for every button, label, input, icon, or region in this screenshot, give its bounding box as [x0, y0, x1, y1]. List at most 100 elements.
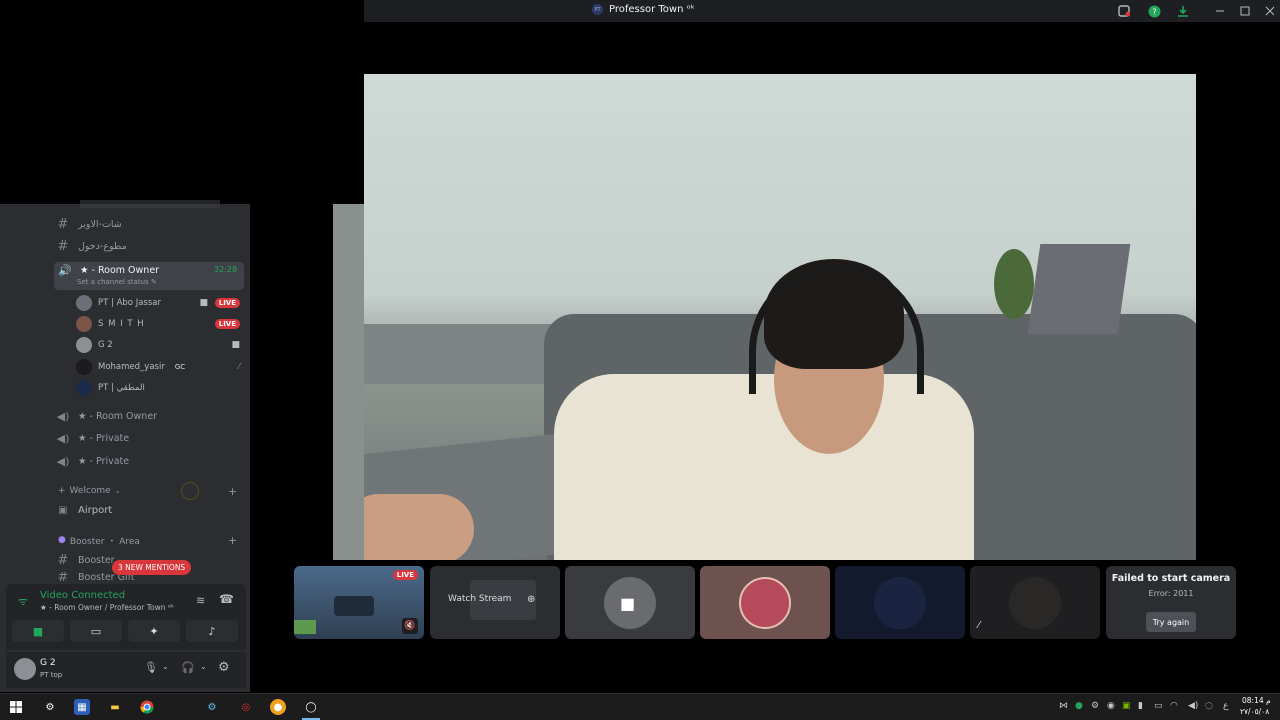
main-video-stream[interactable] [364, 74, 1196, 560]
text-channel-label: مطوع-دخول [78, 240, 127, 252]
mic-muted-icon: ⁄ [238, 362, 240, 372]
clock-time[interactable]: 08:14 م [1242, 696, 1271, 705]
headphones-icon[interactable]: 🎧 [181, 661, 195, 674]
volume-icon[interactable]: ◀) [1188, 701, 1198, 711]
category-welcome[interactable]: + Welcome ⌄ + [58, 483, 244, 499]
avatar [874, 577, 926, 629]
stream-car [334, 596, 374, 616]
file-explorer-icon[interactable]: ▬ [107, 699, 123, 715]
network-icon[interactable]: ▭ [1154, 701, 1163, 711]
active-voice-channel[interactable]: 🔊 ★ - Room Owner 32:28 Set a channel sta… [54, 262, 244, 290]
add-channel-icon[interactable]: + [228, 485, 237, 498]
disconnect-icon[interactable]: ☎ [219, 592, 234, 606]
voice-channel[interactable]: ◀) ★ - Private [54, 451, 244, 471]
airport-channel[interactable]: ▣ Airport [54, 500, 244, 520]
voice-timer: 32:28 [214, 265, 238, 274]
volume-muted-icon[interactable]: 🔇 [402, 618, 418, 634]
window-title: Professor Town ᵒᵏ [609, 4, 695, 15]
voice-user-row[interactable]: Mohamed_yasir GC ⁄ [76, 357, 244, 377]
app-icon[interactable]: ◯ [303, 699, 319, 715]
camera-icon: ■ [231, 340, 240, 350]
watch-stream-button[interactable]: Watch Stream [448, 594, 511, 604]
microphone-icon[interactable]: ▮ [1138, 701, 1143, 711]
active-voice-label: ★ - Room Owner [80, 265, 160, 276]
close-icon[interactable] [1262, 3, 1278, 19]
hash-icon: # [57, 552, 69, 568]
text-channel-2[interactable]: # مطوع-دخول [54, 236, 244, 256]
microphone-icon[interactable]: 🎙 [144, 661, 158, 674]
tray-icon[interactable]: ● [1075, 701, 1083, 711]
app-icon[interactable]: ● [270, 699, 286, 715]
voice-channel[interactable]: ◀) ★ - Room Owner [54, 406, 244, 426]
add-channel-icon[interactable]: + [228, 534, 237, 547]
main-video-edge [333, 204, 364, 560]
connection-signal-icon: ᯤ [18, 595, 29, 608]
voice-channel-label: ★ - Room Owner [78, 410, 158, 422]
voice-channel[interactable]: ◀) ★ - Private [54, 428, 244, 448]
voice-channel-label: ★ - Private [78, 455, 130, 467]
svg-text:?: ? [1152, 7, 1156, 16]
tray-icon[interactable]: ⚙ [1091, 701, 1099, 711]
camera-button[interactable]: ■ [12, 620, 64, 642]
avatar [739, 577, 791, 629]
camera-icon: ■ [199, 298, 208, 308]
noise-suppression-icon[interactable]: ≋ [196, 594, 205, 607]
try-again-button[interactable]: Try again [1146, 612, 1196, 632]
text-channel-label: شات-الاوبر [78, 218, 122, 230]
voice-user-name: S M I T H [98, 319, 145, 329]
clock-date[interactable]: ٢٧/٠٥/٠٨ [1240, 707, 1269, 716]
popout-icon[interactable]: ⊕ [527, 594, 535, 605]
app-icon[interactable]: ◎ [238, 699, 254, 715]
stream-minimap [294, 620, 316, 634]
settings-gear-icon[interactable]: ⚙ [42, 699, 58, 715]
steam-icon[interactable]: ⚙ [204, 699, 220, 715]
avatar [76, 316, 92, 332]
avatar [76, 337, 92, 353]
new-mentions-badge[interactable]: 3 NEW MENTIONS [112, 560, 192, 575]
activities-button[interactable]: ✦ [128, 620, 180, 642]
hash-icon: # [57, 572, 69, 582]
category-booster[interactable]: ● Booster ・ Area + [58, 532, 244, 548]
voice-user-row[interactable]: PT | Abo Jassar ■ LIVE [76, 293, 244, 313]
avatar[interactable] [14, 658, 36, 680]
window-title-group: PT Professor Town ᵒᵏ [592, 4, 695, 15]
voice-user-row[interactable]: PT | المطقي [76, 378, 244, 398]
start-icon[interactable] [8, 699, 24, 715]
chrome-icon[interactable] [139, 699, 155, 715]
screen-share-button[interactable]: ▭ [70, 620, 122, 642]
live-badge: LIVE [214, 298, 240, 308]
chevron-down-icon[interactable]: ⌄ [162, 662, 169, 671]
help-icon[interactable]: ? [1146, 3, 1162, 19]
app-icon[interactable]: ▦ [74, 699, 90, 715]
nvidia-icon[interactable]: ▣ [1122, 701, 1131, 711]
tile-muted-user[interactable]: ⁄ [970, 566, 1100, 639]
tray-icon[interactable]: ⋈ [1059, 701, 1068, 711]
speaker-icon: ◀) [56, 409, 70, 423]
chevron-down-icon[interactable]: ⌄ [200, 662, 207, 671]
text-channel-1[interactable]: # شات-الاوبر [54, 214, 244, 234]
soundboard-button[interactable]: ♪ [186, 620, 238, 642]
settings-gear-icon[interactable]: ⚙ [218, 660, 230, 675]
tile-watch-stream[interactable]: Watch Stream ⊕ [430, 566, 560, 639]
voice-user-row[interactable]: S M I T H LIVE [76, 314, 244, 334]
voice-connection-panel: ᯤ Video Connected ★ - Room Owner / Profe… [6, 584, 246, 650]
language-icon[interactable]: ع [1223, 701, 1228, 711]
monitor [1027, 244, 1131, 334]
live-badge: LIVE [392, 570, 418, 580]
tile-user[interactable] [835, 566, 965, 639]
wifi-icon[interactable]: ◠ [1170, 701, 1178, 711]
voice-channel-path[interactable]: ★ - Room Owner / Professor Town ᵒᵏ [40, 603, 174, 612]
voice-user-row[interactable]: G 2 ■ [76, 335, 244, 355]
inbox-icon[interactable] [1116, 3, 1132, 19]
tile-live-stream[interactable]: LIVE 🔇 [294, 566, 424, 639]
tray-icon[interactable]: ◌ [1205, 701, 1213, 711]
tile-speaking-user[interactable] [700, 566, 830, 639]
channel-status-hint[interactable]: Set a channel status ✎ [77, 278, 157, 286]
minimize-icon[interactable] [1212, 3, 1228, 19]
hash-icon: # [57, 216, 69, 232]
maximize-icon[interactable] [1237, 3, 1253, 19]
tile-camera-user[interactable]: ■ [565, 566, 695, 639]
tray-icon[interactable]: ◉ [1107, 701, 1115, 711]
download-icon[interactable] [1175, 3, 1191, 19]
camera-icon: ■ [620, 594, 636, 613]
